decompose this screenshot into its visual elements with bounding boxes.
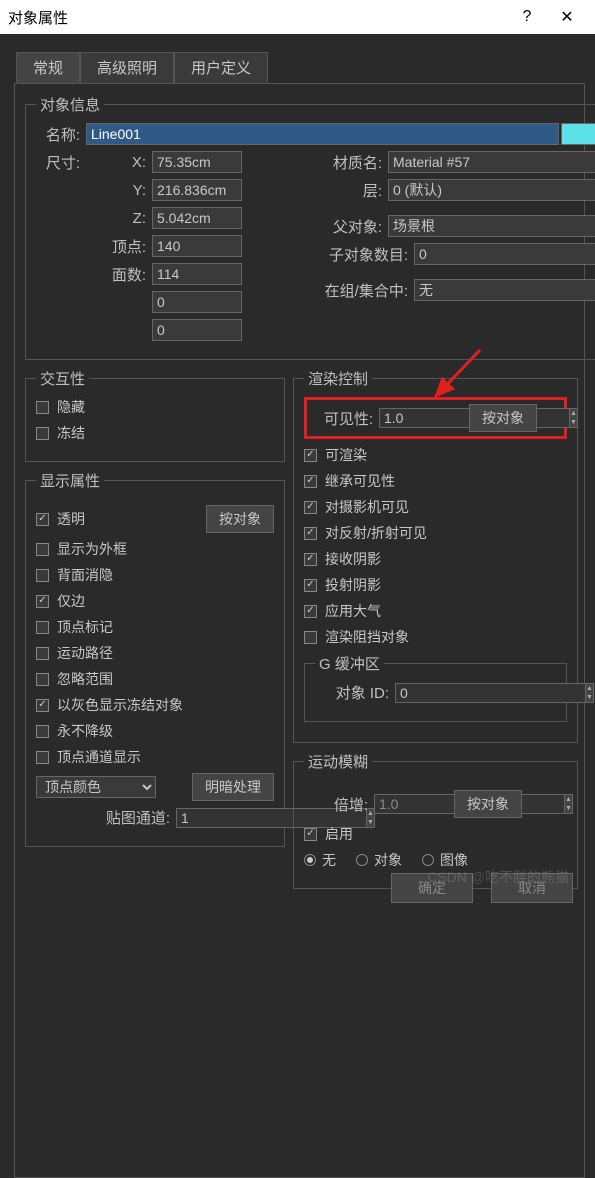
help-button[interactable]: ? — [507, 8, 547, 26]
tab-general[interactable]: 常规 — [16, 52, 80, 83]
x-label: X: — [86, 154, 152, 171]
path-check[interactable]: 运动路径 — [36, 643, 274, 663]
ignore-check[interactable]: 忽略范围 — [36, 669, 274, 689]
cast-shadows-check[interactable]: 投射阴影 — [304, 575, 567, 595]
camera-vis-check[interactable]: 对摄影机可见 — [304, 497, 567, 517]
rend-byobject-button[interactable]: 按对象 — [469, 404, 537, 432]
group-label: 在组/集合中: — [304, 280, 414, 301]
no-degrade-check[interactable]: 永不降级 — [36, 721, 274, 741]
mblur-image-radio[interactable]: 图像 — [422, 850, 468, 870]
ok-button[interactable]: 确定 — [391, 873, 473, 903]
recv-shadows-check[interactable]: 接收阴影 — [304, 549, 567, 569]
size-x — [152, 151, 242, 173]
renderable-check[interactable]: 可渲染 — [304, 445, 567, 465]
objid-label: 对象 ID: — [315, 682, 395, 703]
objid-spinner[interactable]: ▲▼ — [395, 683, 475, 703]
close-button[interactable]: ✕ — [547, 7, 587, 27]
faces-input — [152, 263, 242, 285]
g-buffer: G 缓冲区 对象 ID: ▲▼ — [304, 653, 567, 722]
mblur-byobject-button[interactable]: 按对象 — [454, 790, 522, 818]
freeze-check[interactable]: 冻结 — [36, 423, 274, 443]
disp-byobject-button[interactable]: 按对象 — [206, 505, 274, 533]
vertex-color-select[interactable]: 顶点颜色 — [36, 776, 156, 798]
group-input — [414, 279, 595, 301]
extra-2 — [152, 319, 242, 341]
shaded-button[interactable]: 明暗处理 — [192, 773, 274, 801]
tab-bar: 常规 高级照明 用户定义 — [0, 34, 595, 83]
enable-mblur-check[interactable]: 启用 — [304, 824, 567, 844]
layer-input — [388, 179, 595, 201]
inherit-vis-check[interactable]: 继承可见性 — [304, 471, 567, 491]
mult-spinner[interactable]: ▲▼ — [374, 794, 444, 814]
mblur-legend: 运动模糊 — [304, 751, 372, 772]
mapchan-label: 贴图通道: — [36, 807, 176, 828]
wire-color[interactable] — [561, 123, 595, 145]
wireframe-check[interactable]: 显示为外框 — [36, 539, 274, 559]
dialog-buttons: 确定 取消 — [391, 873, 573, 903]
transparent-check[interactable]: 透明 — [36, 509, 206, 529]
name-label: 名称: — [36, 124, 86, 145]
y-label: Y: — [86, 182, 152, 199]
disp-legend: 显示属性 — [36, 470, 104, 491]
mblur-none-radio[interactable]: 无 — [304, 850, 336, 870]
info-legend: 对象信息 — [36, 94, 104, 115]
size-label: 尺寸: — [36, 152, 86, 173]
parent-label: 父对象: — [304, 216, 388, 237]
material-label: 材质名: — [304, 152, 388, 173]
parent-input — [388, 215, 595, 237]
subobj-input — [414, 243, 595, 265]
general-panel: 对象信息 名称: 尺寸: X: Y: Z: 顶点: — [14, 83, 585, 1178]
window-title: 对象属性 — [8, 7, 507, 28]
verts-label: 顶点: — [86, 236, 152, 257]
vertticks-check[interactable]: 顶点标记 — [36, 617, 274, 637]
tab-user[interactable]: 用户定义 — [174, 52, 268, 83]
mapchan-spinner[interactable]: ▲▼ — [176, 808, 256, 828]
rend-legend: 渲染控制 — [304, 368, 372, 389]
visibility-spinner[interactable]: ▲▼ — [379, 408, 459, 428]
reflect-vis-check[interactable]: 对反射/折射可见 — [304, 523, 567, 543]
name-input[interactable] — [86, 123, 559, 145]
subobj-label: 子对象数目: — [304, 244, 414, 265]
inter-legend: 交互性 — [36, 368, 89, 389]
backface-check[interactable]: 背面消隐 — [36, 565, 274, 585]
faces-label: 面数: — [86, 264, 152, 285]
tab-advanced[interactable]: 高级照明 — [80, 52, 174, 83]
object-info: 对象信息 名称: 尺寸: X: Y: Z: 顶点: — [25, 94, 595, 360]
titlebar: 对象属性 ? ✕ — [0, 0, 595, 34]
verts-input — [152, 235, 242, 257]
cancel-button[interactable]: 取消 — [491, 873, 573, 903]
hide-check[interactable]: 隐藏 — [36, 397, 274, 417]
size-y — [152, 179, 242, 201]
motion-blur: 运动模糊 倍增: ▲▼ 按对象 启用 无 对象 图像 — [293, 751, 578, 889]
display-properties: 显示属性 透明 按对象 显示为外框 背面消隐 仅边 顶点标记 运动路径 忽略范围… — [25, 470, 285, 847]
visibility-label: 可见性: — [313, 408, 379, 429]
z-label: Z: — [86, 210, 152, 227]
gbuf-legend: G 缓冲区 — [315, 653, 384, 674]
layer-label: 层: — [304, 180, 388, 201]
atmos-check[interactable]: 应用大气 — [304, 601, 567, 621]
mult-label: 倍增: — [304, 794, 374, 815]
mblur-object-radio[interactable]: 对象 — [356, 850, 402, 870]
extra-1 — [152, 291, 242, 313]
vertchan-check[interactable]: 顶点通道显示 — [36, 747, 274, 767]
interactivity: 交互性 隐藏 冻结 — [25, 368, 285, 462]
occluder-check[interactable]: 渲染阻挡对象 — [304, 627, 567, 647]
frozen-gray-check[interactable]: 以灰色显示冻结对象 — [36, 695, 274, 715]
material-input — [388, 151, 595, 173]
edgesonly-check[interactable]: 仅边 — [36, 591, 274, 611]
render-control: 渲染控制 可见性: ▲▼ 按对象 可渲染 继承可见性 对摄影机可见 对反射/折射… — [293, 368, 578, 743]
size-z — [152, 207, 242, 229]
